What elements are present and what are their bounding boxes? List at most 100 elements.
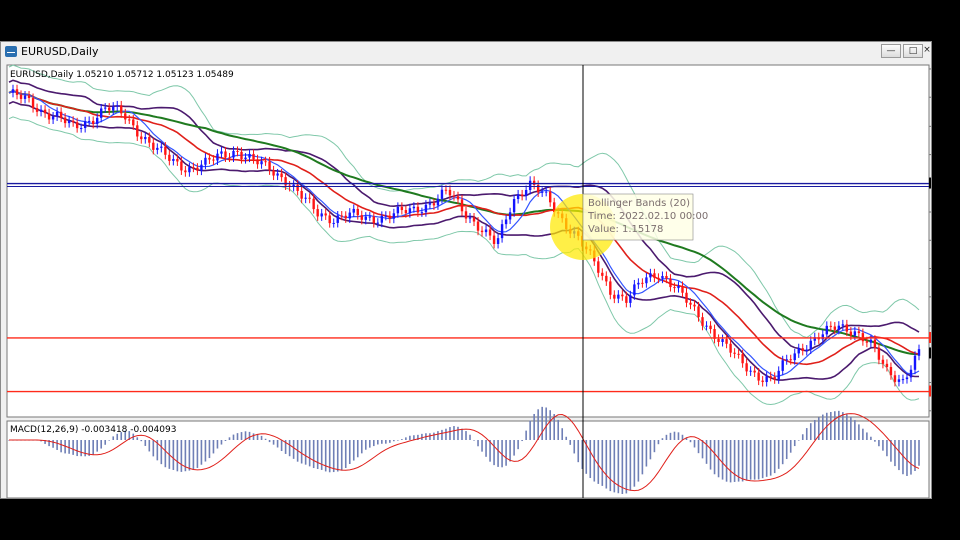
macd-bar xyxy=(757,440,760,480)
candle-body xyxy=(428,203,432,205)
price-tag-bg xyxy=(929,331,931,343)
macd-bar xyxy=(172,440,175,470)
macd-bar xyxy=(445,428,447,440)
restore-button[interactable]: □ xyxy=(903,44,923,58)
macd-bar xyxy=(918,440,920,466)
candle-body xyxy=(168,154,171,161)
macd-bar xyxy=(821,414,824,440)
price-chart[interactable]: Bollinger Bands (20) Time: 2022.02.10 00… xyxy=(1,62,931,498)
candle-body xyxy=(725,339,728,344)
macd-bar xyxy=(862,428,864,440)
macd-bar xyxy=(373,440,375,447)
candle-body xyxy=(71,120,75,123)
candle-body xyxy=(212,159,215,161)
candle-body xyxy=(144,136,147,140)
candle-body xyxy=(649,273,652,278)
macd-bar xyxy=(878,440,880,447)
candle-body xyxy=(160,146,163,148)
candle-body xyxy=(328,215,331,224)
candle-body xyxy=(140,136,143,140)
candle-body xyxy=(392,213,396,219)
macd-bar xyxy=(276,440,279,448)
candle-body xyxy=(404,210,408,214)
macd-bar xyxy=(437,431,439,440)
candle-body xyxy=(164,146,167,155)
macd-bar xyxy=(809,423,812,440)
candle-body xyxy=(436,198,440,206)
candle-body xyxy=(496,238,500,244)
candle-body xyxy=(917,349,921,356)
candle-body xyxy=(132,119,135,126)
candle-body xyxy=(845,324,849,332)
candle-body xyxy=(112,106,115,111)
candle-body xyxy=(753,370,756,373)
macd-bar xyxy=(906,440,908,476)
candle-body xyxy=(424,204,428,213)
macd-bar xyxy=(765,440,768,477)
macd-bar xyxy=(842,412,844,440)
candle-body xyxy=(152,142,155,150)
candle-body xyxy=(148,136,151,143)
macd-bar xyxy=(573,440,576,454)
candle-body xyxy=(376,222,380,224)
candle-body xyxy=(697,306,700,318)
main-panel-header: EURUSD,Daily 1.05210 1.05712 1.05123 1.0… xyxy=(10,70,234,80)
candle-body xyxy=(452,195,456,197)
macd-bar xyxy=(208,440,211,459)
candle-body xyxy=(228,157,231,159)
macd-bar xyxy=(76,440,78,457)
candle-body xyxy=(67,120,71,124)
candle-body xyxy=(769,376,772,378)
macd-bar xyxy=(769,440,772,476)
candle-body xyxy=(476,221,480,231)
macd-bar xyxy=(793,440,796,447)
macd-bar xyxy=(613,440,616,493)
candle-body xyxy=(520,194,524,196)
candle-body xyxy=(344,215,347,219)
macd-bar xyxy=(709,440,712,470)
tooltip: Bollinger Bands (20) Time: 2022.02.10 00… xyxy=(582,193,708,241)
macd-bar xyxy=(477,440,479,447)
candle-body xyxy=(124,113,127,120)
macd-bar xyxy=(870,436,872,440)
candle-body xyxy=(773,376,776,380)
macd-bar xyxy=(88,440,90,456)
macd-bar xyxy=(910,440,912,475)
candle-body xyxy=(352,208,355,213)
candle-body xyxy=(75,122,79,129)
candle-body xyxy=(633,284,636,296)
minimize-button[interactable]: — xyxy=(881,44,901,58)
candle-body xyxy=(781,360,784,371)
candle-body xyxy=(721,339,724,342)
macd-bar xyxy=(549,410,551,440)
candle-body xyxy=(364,216,367,220)
macd-bar xyxy=(597,440,600,484)
candle-body xyxy=(869,339,873,343)
macd-bar xyxy=(252,433,255,440)
macd-bar xyxy=(813,420,816,440)
macd-bar xyxy=(393,440,395,442)
macd-bar xyxy=(108,440,111,441)
candle-body xyxy=(23,95,27,99)
window-title: EURUSD,Daily xyxy=(21,45,99,58)
candle-body xyxy=(757,372,760,381)
macd-bar xyxy=(733,440,736,482)
candle-body xyxy=(613,294,616,299)
candle-body xyxy=(901,379,905,381)
candle-body xyxy=(400,206,404,211)
macd-bar xyxy=(180,440,183,472)
macd-bar xyxy=(473,440,475,441)
candle-body xyxy=(468,217,472,219)
macd-bar xyxy=(144,440,147,446)
macd-bar xyxy=(236,433,239,440)
macd-bar xyxy=(292,440,295,459)
candle-body xyxy=(681,285,684,293)
macd-bar xyxy=(72,440,74,455)
candle-body xyxy=(388,215,392,219)
macd-bar xyxy=(689,440,692,443)
macd-bar xyxy=(898,440,900,471)
macd-bar xyxy=(525,430,527,440)
candle-body xyxy=(336,215,339,223)
candle-body xyxy=(809,340,812,350)
close-button[interactable]: × xyxy=(923,44,931,58)
